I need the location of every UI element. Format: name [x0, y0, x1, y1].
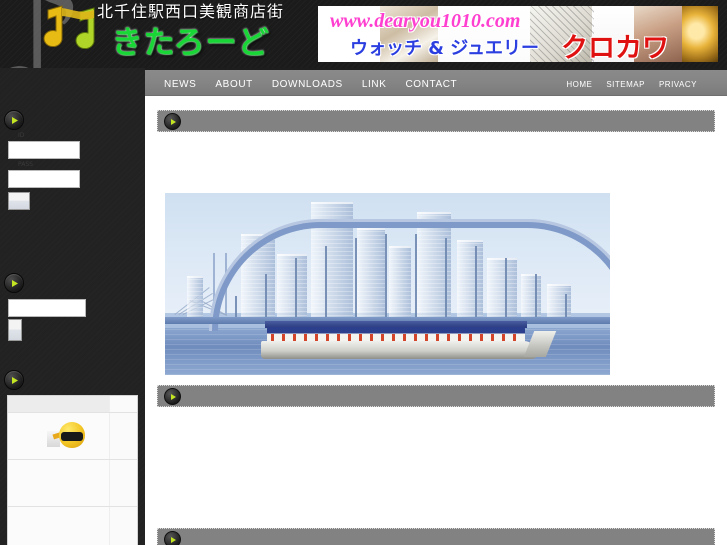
bridge-hanger — [355, 238, 357, 325]
sidebar-search-block — [0, 273, 145, 341]
nav-item-about[interactable]: ABOUT — [215, 79, 252, 90]
banner-ad-subtitle: ウォッチ & ジュエリー — [350, 38, 539, 59]
bridge-hanger — [295, 258, 297, 325]
table-header-row — [8, 396, 137, 413]
nav-item-contact[interactable]: CONTACT — [405, 79, 457, 90]
table-header-cell-1 — [8, 396, 110, 412]
section-header-bar — [157, 110, 715, 132]
bridge-hanger — [475, 246, 477, 325]
table-cell-1 — [8, 460, 110, 506]
nav-item-downloads[interactable]: DOWNLOADS — [272, 79, 343, 90]
main-content — [145, 96, 727, 545]
tower — [187, 276, 203, 321]
table-row[interactable] — [8, 460, 137, 507]
site-header: ♪ 北千住駅西口美観商店街 きたろーど www.dearyou1010.com … — [0, 0, 727, 68]
sidebar-search-input[interactable] — [8, 299, 86, 317]
nav-item-sitemap[interactable]: SITEMAP — [606, 80, 645, 89]
shop-street-name: 北千住駅西口美観商店街 — [96, 2, 284, 21]
table-row[interactable] — [8, 507, 137, 545]
table-cell-1 — [8, 507, 110, 545]
main-navigation-bar: NEWS ABOUT DOWNLOADS LINK CONTACT HOME S… — [145, 68, 727, 96]
sidebar: ID PASS — [0, 68, 145, 545]
play-triangle-icon[interactable] — [4, 273, 24, 293]
site-logo-title: きたろーど — [111, 25, 270, 61]
nav-item-home[interactable]: HOME — [566, 80, 592, 89]
sidebar-login-id-input[interactable] — [8, 141, 80, 159]
secondary-nav: HOME SITEMAP PRIVACY — [566, 70, 697, 98]
play-triangle-icon[interactable] — [4, 370, 24, 390]
bridge-hanger — [445, 238, 447, 325]
sidebar-listing-block — [0, 370, 145, 545]
bridge-hanger — [325, 246, 327, 325]
boat-hull — [261, 340, 537, 359]
section-header-bar — [157, 385, 715, 407]
sidebar-search-submit-button[interactable] — [8, 319, 22, 341]
bridge-hanger — [505, 258, 507, 325]
sidebar-login-submit-button[interactable] — [8, 192, 30, 210]
sidebar-login-pass-input[interactable] — [8, 170, 80, 188]
logo-text-area: 北千住駅西口美観商店街 きたろーど — [78, 2, 303, 66]
bridge-hanger — [415, 234, 417, 325]
sidebar-login-pass-label: PASS — [18, 161, 33, 168]
arch-bridge-highlight — [209, 219, 610, 332]
table-header-cell-2 — [110, 396, 137, 412]
table-row[interactable] — [8, 413, 137, 460]
banner-ad[interactable]: www.dearyou1010.com ウォッチ & ジュエリー クロカワ — [318, 6, 718, 62]
sightseeing-boat — [261, 316, 557, 359]
primary-nav: NEWS ABOUT DOWNLOADS LINK CONTACT — [164, 70, 457, 98]
sidebar-login-id-label: ID — [18, 132, 25, 139]
nav-item-news[interactable]: NEWS — [164, 79, 196, 90]
hero-photo — [165, 193, 610, 375]
play-triangle-icon[interactable] — [164, 388, 181, 405]
bridge-hanger — [385, 234, 387, 325]
play-triangle-icon[interactable] — [164, 531, 181, 545]
play-triangle-icon[interactable] — [4, 110, 24, 130]
sidebar-listing-table — [7, 395, 138, 545]
section-header-bar — [157, 528, 715, 545]
sidebar-login-block: ID PASS — [0, 110, 145, 210]
table-cell-2 — [110, 507, 137, 545]
table-cell-thumbnail — [8, 413, 110, 459]
nav-item-link[interactable]: LINK — [362, 79, 387, 90]
banner-ad-brand: クロカワ — [561, 33, 669, 62]
play-triangle-icon[interactable] — [164, 113, 181, 130]
mascot-icon — [45, 421, 87, 451]
banner-ad-url: www.dearyou1010.com — [330, 10, 521, 32]
nav-item-privacy[interactable]: PRIVACY — [659, 80, 697, 89]
table-cell-2 — [110, 413, 137, 459]
table-cell-2 — [110, 460, 137, 506]
